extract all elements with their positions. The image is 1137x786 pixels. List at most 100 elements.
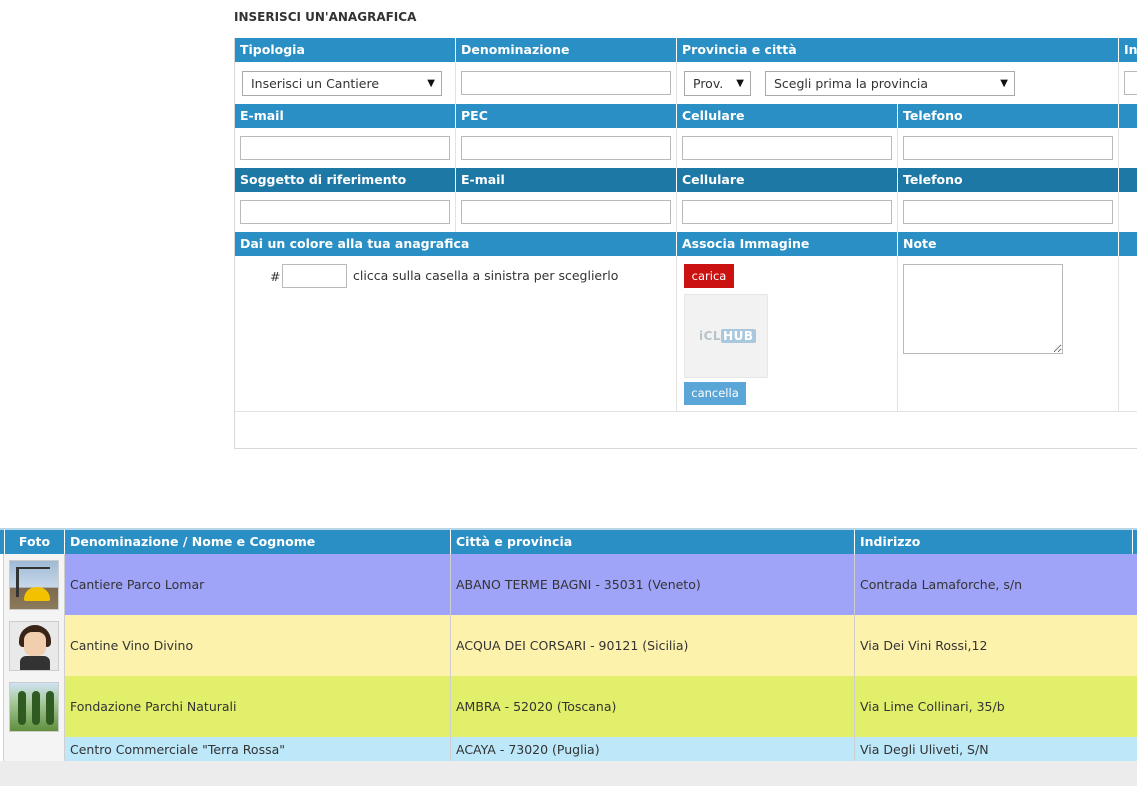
crane-shape bbox=[16, 566, 19, 597]
cell-cut bbox=[1119, 62, 1137, 104]
note-textarea[interactable] bbox=[903, 264, 1063, 354]
tipologia-select-value: Inserisci un Cantiere bbox=[251, 76, 380, 91]
th-citta[interactable]: Città e provincia bbox=[451, 530, 855, 554]
chevron-down-icon: ▼ bbox=[427, 78, 435, 89]
footer-bar bbox=[0, 761, 1137, 786]
ref-telefono-input[interactable] bbox=[903, 200, 1113, 224]
row-address: Via Dei Vini Rossi,12 bbox=[855, 615, 1137, 676]
tree-shape bbox=[46, 690, 54, 725]
table-row[interactable]: Fondazione Parchi Naturali AMBRA - 52020… bbox=[0, 676, 1137, 737]
header-telefono: Telefono bbox=[898, 104, 1119, 128]
header-note: Note bbox=[898, 232, 1119, 256]
cell-ref-telefono bbox=[898, 192, 1119, 232]
cell-immagine: carica iCL HUB cancella bbox=[677, 256, 898, 412]
construction-photo bbox=[9, 559, 59, 610]
telefono-input[interactable] bbox=[903, 136, 1113, 160]
row-city: ACAYA - 73020 (Puglia) bbox=[451, 737, 855, 761]
header-provincia-citta: Provincia e città bbox=[677, 38, 1119, 62]
registry-table: Foto Denominazione / Nome e Cognome Citt… bbox=[0, 528, 1137, 761]
cancella-button[interactable]: cancella bbox=[684, 382, 746, 405]
body-shape bbox=[20, 655, 50, 670]
table-row[interactable]: Cantine Vino Divino ACQUA DEI CORSARI - … bbox=[0, 615, 1137, 676]
logo-text-right: HUB bbox=[721, 329, 756, 343]
photo-cell bbox=[3, 554, 65, 615]
form-body-row-4: # clicca sulla casella a sinistra per sc… bbox=[235, 256, 1137, 412]
cell-note bbox=[898, 256, 1119, 412]
row-address: Via Lime Collinari, 35/b bbox=[855, 676, 1137, 737]
cell-colore: # clicca sulla casella a sinistra per sc… bbox=[235, 256, 677, 412]
cut-input[interactable] bbox=[1124, 71, 1137, 95]
face-shape bbox=[24, 631, 46, 656]
tipologia-select[interactable]: Inserisci un Cantiere ▼ bbox=[242, 71, 442, 96]
header-ref-email: E-mail bbox=[456, 168, 677, 192]
header-soggetto: Soggetto di riferimento bbox=[235, 168, 456, 192]
row-address: Via Degli Uliveti, S/N bbox=[855, 737, 1137, 761]
form-header-row-1: Tipologia Denominazione Provincia e citt… bbox=[235, 38, 1137, 62]
header-colore: Dai un colore alla tua anagrafica bbox=[235, 232, 677, 256]
form-divider bbox=[235, 411, 1137, 412]
cell-cellulare bbox=[677, 128, 898, 168]
provincia-select-value: Prov. bbox=[693, 76, 724, 91]
pec-input[interactable] bbox=[461, 136, 671, 160]
crane-boom-shape bbox=[16, 566, 50, 569]
header-tipologia: Tipologia bbox=[235, 38, 456, 62]
iclhub-logo: iCL HUB bbox=[699, 329, 756, 343]
cell-tipologia: Inserisci un Cantiere ▼ bbox=[235, 62, 456, 104]
cell-provincia: Prov. ▼ Scegli prima la provincia ▼ bbox=[677, 62, 1119, 104]
avatar-photo bbox=[9, 620, 59, 671]
row-name: Centro Commerciale "Terra Rossa" bbox=[65, 737, 451, 761]
tree-shape bbox=[32, 690, 40, 725]
row-city: ACQUA DEI CORSARI - 90121 (Sicilia) bbox=[451, 615, 855, 676]
cell-pec bbox=[456, 128, 677, 168]
denominazione-input[interactable] bbox=[461, 71, 671, 95]
header-denominazione: Denominazione bbox=[456, 38, 677, 62]
cell-ref-cellulare bbox=[677, 192, 898, 232]
photo-cell bbox=[3, 615, 65, 676]
th-foto[interactable]: Foto bbox=[5, 530, 65, 554]
header-immagine: Associa Immagine bbox=[677, 232, 898, 256]
cellulare-input[interactable] bbox=[682, 136, 892, 160]
ref-email-input[interactable] bbox=[461, 200, 671, 224]
soggetto-input[interactable] bbox=[240, 200, 450, 224]
header-pec: PEC bbox=[456, 104, 677, 128]
table-row[interactable]: Cantiere Parco Lomar ABANO TERME BAGNI -… bbox=[0, 554, 1137, 615]
header-ref-cellulare: Cellulare bbox=[677, 168, 898, 192]
cell-soggetto bbox=[235, 192, 456, 232]
email-input[interactable] bbox=[240, 136, 450, 160]
table-header: Foto Denominazione / Nome e Cognome Citt… bbox=[0, 530, 1137, 554]
citta-select[interactable]: Scegli prima la provincia ▼ bbox=[765, 71, 1015, 96]
photo-cell bbox=[3, 737, 65, 761]
citta-select-value: Scegli prima la provincia bbox=[774, 76, 929, 91]
form-body-row-1: Inserisci un Cantiere ▼ Prov. ▼ Scegli p… bbox=[235, 62, 1137, 104]
ref-cellulare-input[interactable] bbox=[682, 200, 892, 224]
table-row[interactable]: Centro Commerciale "Terra Rossa" ACAYA -… bbox=[0, 737, 1137, 761]
cell-ref-email bbox=[456, 192, 677, 232]
chevron-down-icon: ▼ bbox=[1000, 78, 1008, 89]
tree-shape bbox=[18, 690, 26, 725]
logo-text-left: iCL bbox=[699, 329, 722, 343]
form-body-row-2 bbox=[235, 128, 1137, 168]
row-name: Cantiere Parco Lomar bbox=[65, 554, 451, 615]
cell-telefono bbox=[898, 128, 1119, 168]
registry-form: Tipologia Denominazione Provincia e citt… bbox=[234, 38, 1137, 449]
th-indirizzo[interactable]: Indirizzo bbox=[855, 530, 1133, 554]
header-cellulare: Cellulare bbox=[677, 104, 898, 128]
image-preview: iCL HUB bbox=[684, 294, 768, 378]
helmet-shape bbox=[24, 586, 50, 601]
carica-button[interactable]: carica bbox=[684, 264, 734, 288]
cell-denominazione bbox=[456, 62, 677, 104]
row-name: Fondazione Parchi Naturali bbox=[65, 676, 451, 737]
row-address: Contrada Lamaforche, s/n bbox=[855, 554, 1137, 615]
th-denominazione[interactable]: Denominazione / Nome e Cognome bbox=[65, 530, 451, 554]
header-cut: In bbox=[1124, 42, 1137, 57]
header-ref-telefono: Telefono bbox=[898, 168, 1119, 192]
hash-label: # bbox=[270, 269, 281, 284]
provincia-select[interactable]: Prov. ▼ bbox=[684, 71, 751, 96]
cell-email bbox=[235, 128, 456, 168]
form-title: INSERISCI UN'ANAGRAFICA bbox=[234, 10, 417, 24]
header-email: E-mail bbox=[235, 104, 456, 128]
color-input[interactable] bbox=[282, 264, 347, 288]
color-hint: clicca sulla casella a sinistra per sceg… bbox=[353, 268, 619, 283]
form-header-row-3: Soggetto di riferimento E-mail Cellulare… bbox=[235, 168, 1137, 192]
form-body-row-3 bbox=[235, 192, 1137, 232]
